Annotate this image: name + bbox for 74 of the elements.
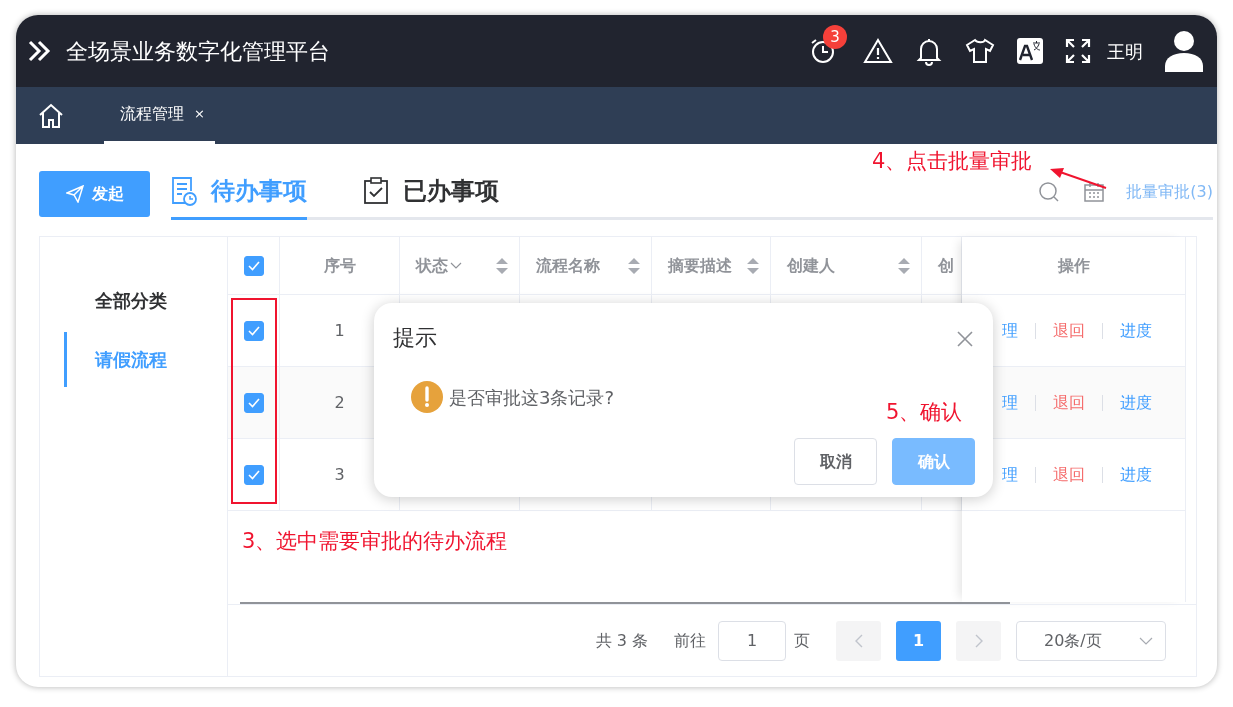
column-header[interactable]: 流程名称 xyxy=(536,253,651,278)
action-link[interactable]: 退回 xyxy=(1053,318,1085,343)
tab[interactable]: 流程管理 × xyxy=(104,87,215,144)
app-title: 全场景业务数字化管理平台 xyxy=(66,37,330,66)
chevron-left-icon xyxy=(854,633,863,648)
check-icon xyxy=(247,260,260,271)
check-icon xyxy=(247,469,260,480)
action-link[interactable]: 理 xyxy=(1002,318,1018,343)
batch-approve-link[interactable]: 批量审批(3) xyxy=(1126,180,1213,204)
page-input[interactable]: 1 xyxy=(718,620,786,661)
close-icon[interactable]: × xyxy=(194,104,205,124)
sort-icon[interactable] xyxy=(627,255,641,276)
bell-icon[interactable] xyxy=(915,36,943,66)
annotation-text: 4、点击批量审批 xyxy=(872,148,1033,175)
action-link[interactable]: 理 xyxy=(1002,462,1018,487)
caret-icon[interactable] xyxy=(450,261,462,270)
close-icon[interactable] xyxy=(957,331,973,347)
chevron-right-icon xyxy=(974,633,983,648)
check-icon xyxy=(247,325,260,336)
sort-icon[interactable] xyxy=(495,255,509,276)
page-button[interactable]: 1 xyxy=(896,620,941,661)
action-link[interactable]: 退回 xyxy=(1053,462,1085,487)
page-label: 页 xyxy=(794,629,810,652)
chevron-down-icon xyxy=(1139,636,1153,645)
clipboard-check-icon xyxy=(363,177,389,205)
annotation-text: 5、确认 xyxy=(886,399,963,426)
warning-icon[interactable] xyxy=(863,37,893,65)
warning-icon xyxy=(411,381,443,413)
home-icon[interactable] xyxy=(38,102,64,129)
check-icon xyxy=(247,397,260,408)
translate-icon[interactable] xyxy=(1017,38,1043,64)
page-size-select[interactable]: 20条/页 xyxy=(1016,620,1166,661)
table-cell-text: 2 xyxy=(334,391,345,414)
sort-icon[interactable] xyxy=(897,255,911,276)
annotation-arrow xyxy=(1050,168,1107,189)
table-cell-text: 1 xyxy=(334,319,345,342)
column-header: 序号 xyxy=(322,254,357,277)
category-item[interactable]: 全部分类 xyxy=(64,273,227,328)
table-cell-text: 3 xyxy=(334,463,345,486)
checkbox[interactable] xyxy=(243,320,264,341)
total-count: 共 3 条 xyxy=(595,629,648,652)
notification-badge: 3 xyxy=(823,25,847,49)
avatar-icon[interactable] xyxy=(1165,30,1203,72)
dialog-title: 提示 xyxy=(393,324,437,352)
column-header[interactable]: 状态 xyxy=(416,253,519,278)
column-header: 创 xyxy=(938,254,955,277)
sort-icon[interactable] xyxy=(746,255,760,276)
cancel-button[interactable]: 取消 xyxy=(794,438,877,485)
checkbox[interactable] xyxy=(243,255,264,276)
view-tab[interactable]: 待办事项 xyxy=(171,173,307,220)
checkbox[interactable] xyxy=(243,392,264,413)
action-link[interactable]: 进度 xyxy=(1120,462,1152,487)
column-header[interactable]: 摘要描述 xyxy=(668,253,770,278)
column-header: 操作 xyxy=(1057,254,1090,277)
column-header[interactable]: 创建人 xyxy=(787,253,921,278)
dialog-message: 是否审批这3条记录? xyxy=(449,385,614,410)
user-name[interactable]: 王明 xyxy=(1107,37,1143,65)
action-link[interactable]: 理 xyxy=(1002,390,1018,415)
shirt-icon[interactable] xyxy=(965,37,995,65)
action-link[interactable]: 进度 xyxy=(1120,318,1152,343)
send-icon xyxy=(65,185,84,203)
confirm-button[interactable]: 确认 xyxy=(892,438,975,485)
calendar-icon[interactable] xyxy=(1084,182,1105,202)
annotation-text: 3、选中需要审批的待办流程 xyxy=(242,528,508,555)
action-link[interactable]: 退回 xyxy=(1053,390,1085,415)
document-clock-icon xyxy=(171,176,197,206)
launch-button[interactable]: 发起 xyxy=(39,171,150,217)
checkbox[interactable] xyxy=(243,464,264,485)
fullscreen-icon[interactable] xyxy=(1065,38,1091,64)
action-link[interactable]: 进度 xyxy=(1120,390,1152,415)
search-icon[interactable] xyxy=(1039,182,1060,202)
goto-label: 前往 xyxy=(674,629,706,652)
expand-icon[interactable] xyxy=(26,38,52,64)
view-tab[interactable]: 已办事项 xyxy=(363,173,499,220)
